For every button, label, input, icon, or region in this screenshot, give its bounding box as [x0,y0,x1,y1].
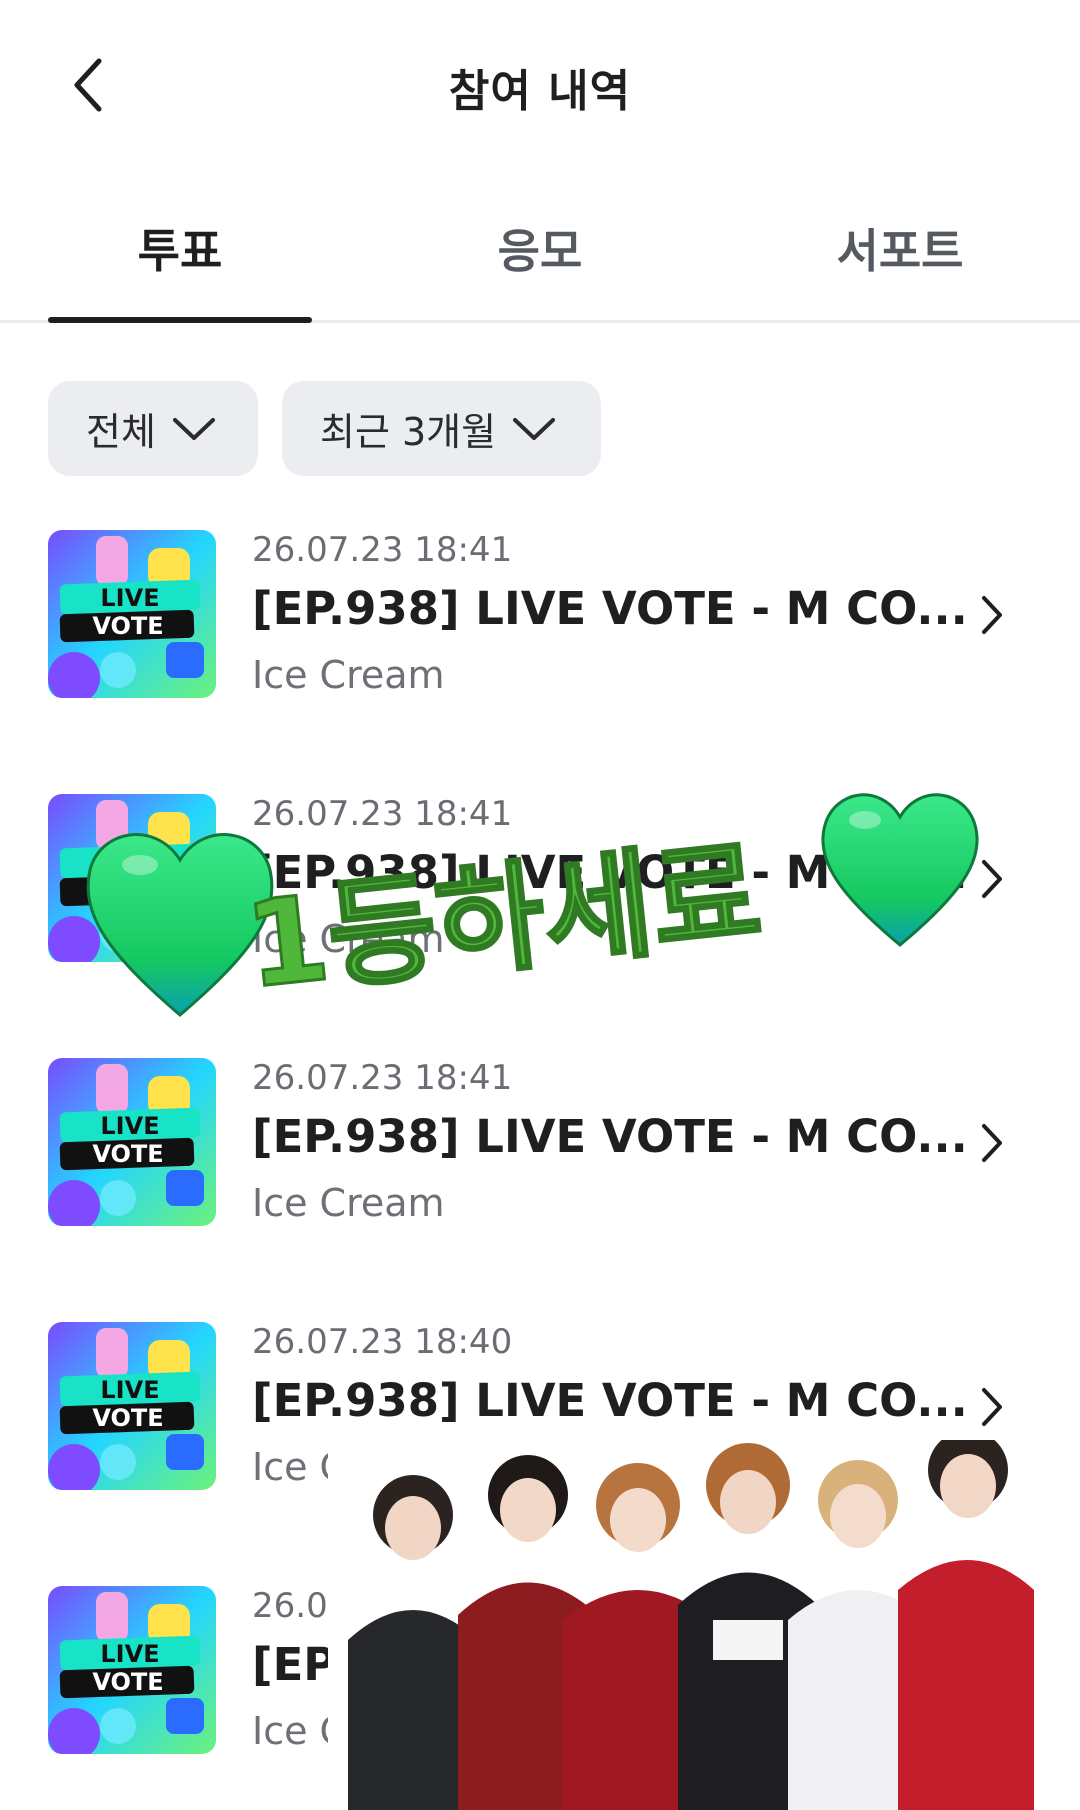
live-vote-line2: VOTE [92,1668,163,1696]
live-vote-art: LIVE VOTE [48,794,216,962]
list-item[interactable]: LIVE VOTE 26.07 [EP Ice C [0,1586,1080,1786]
item-subtitle: Ice Cream [252,917,445,961]
live-vote-thumbnail: LIVE VOTE [48,1058,216,1226]
live-vote-art: LIVE VOTE [48,1322,216,1490]
type-filter-label: 전체 [86,410,156,454]
chevron-down-icon [172,417,215,440]
live-vote-line2: VOTE [92,612,163,640]
list-item[interactable]: LIVE VOTE 26.07.23 18:41 [EP.938] LIVE V… [0,794,1080,994]
item-datetime: 26.07.23 18:41 [252,794,513,834]
item-subtitle: Ice Cream [252,1445,445,1489]
item-subtitle: Ice Cream [252,653,445,697]
chevron-down-icon [513,417,556,440]
live-vote-thumbnail: LIVE VOTE [48,1586,216,1754]
active-tab-indicator [48,317,312,323]
tab-support[interactable]: 서포트 [750,215,1050,281]
live-vote-line2: VOTE [92,1404,163,1432]
live-vote-art: LIVE VOTE [48,530,216,698]
live-vote-line1: LIVE [100,1376,159,1404]
tab-entry[interactable]: 응모 [390,215,690,281]
item-title: [EP.938] LIVE VOTE - M CO... [252,1374,968,1427]
live-vote-line2: VOTE [92,876,163,904]
item-datetime: 26.07.23 18:41 [252,530,513,570]
item-title: [EP [252,1638,337,1691]
list-item[interactable]: LIVE VOTE 26.07.23 18:41 [EP.938] LIVE V… [0,1058,1080,1258]
chevron-right-icon [982,596,1002,634]
live-vote-line1: LIVE [100,1112,159,1140]
item-subtitle: Ice Cream [252,1181,445,1225]
live-vote-art: LIVE VOTE [48,1586,216,1754]
list-item[interactable]: LIVE VOTE 26.07.23 18:41 [EP.938] LIVE V… [0,530,1080,730]
item-title: [EP.938] LIVE VOTE - M CO... [252,846,968,899]
item-subtitle: Ice C [252,1709,347,1753]
item-datetime: 26.07.23 18:41 [252,1058,513,1098]
top-bar: 참여 내역 [0,0,1080,170]
tab-vote[interactable]: 투표 [30,215,330,281]
live-vote-thumbnail: LIVE VOTE [48,794,216,962]
item-title: [EP.938] LIVE VOTE - M CO... [252,1110,968,1163]
chevron-right-icon [982,1124,1002,1162]
live-vote-thumbnail: LIVE VOTE [48,530,216,698]
live-vote-line1: LIVE [100,1640,159,1668]
period-filter-dropdown[interactable]: 최근 3개월 [282,381,601,476]
chevron-right-icon [982,860,1002,898]
item-datetime: 26.07.23 18:40 [252,1322,513,1362]
live-vote-line1: LIVE [100,848,159,876]
list-item[interactable]: LIVE VOTE 26.07.23 18:40 [EP.938] LIVE V… [0,1322,1080,1522]
live-vote-art: LIVE VOTE [48,1058,216,1226]
live-vote-line2: VOTE [92,1140,163,1168]
tab-bar: 투표 응모 서포트 [0,175,1080,323]
chevron-right-icon [982,1388,1002,1426]
type-filter-dropdown[interactable]: 전체 [48,381,258,476]
period-filter-label: 최근 3개월 [320,410,497,454]
live-vote-line1: LIVE [100,584,159,612]
page-title: 참여 내역 [448,66,632,117]
live-vote-thumbnail: LIVE VOTE [48,1322,216,1490]
item-datetime: 26.07 [252,1586,350,1626]
item-title: [EP.938] LIVE VOTE - M CO... [252,582,968,635]
